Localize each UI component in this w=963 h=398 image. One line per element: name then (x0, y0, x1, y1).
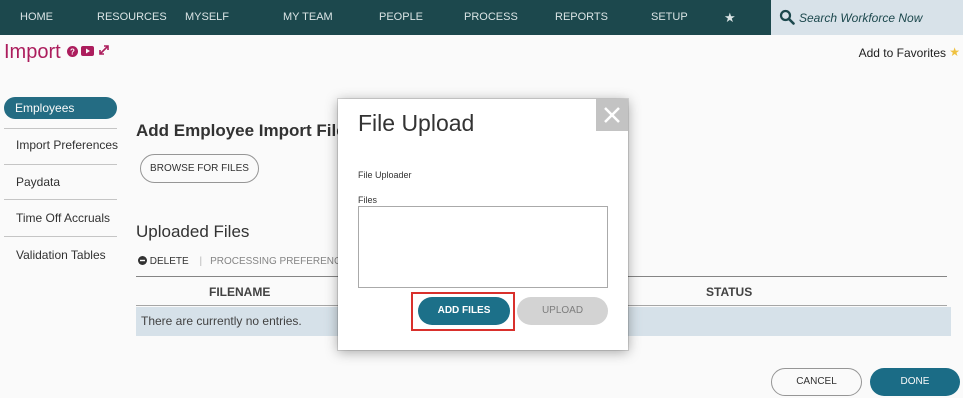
dialog-title: File Upload (358, 110, 475, 136)
file-uploader-label: File Uploader (358, 170, 412, 180)
upload-button[interactable]: UPLOAD (517, 297, 608, 325)
files-label: Files (358, 195, 378, 205)
close-icon[interactable] (603, 106, 621, 124)
file-upload-dialog: File Upload File Uploader Files ADD FILE… (338, 99, 628, 350)
close-button[interactable] (596, 99, 628, 131)
files-list-area[interactable] (358, 206, 608, 288)
add-files-button[interactable]: ADD FILES (418, 297, 510, 325)
